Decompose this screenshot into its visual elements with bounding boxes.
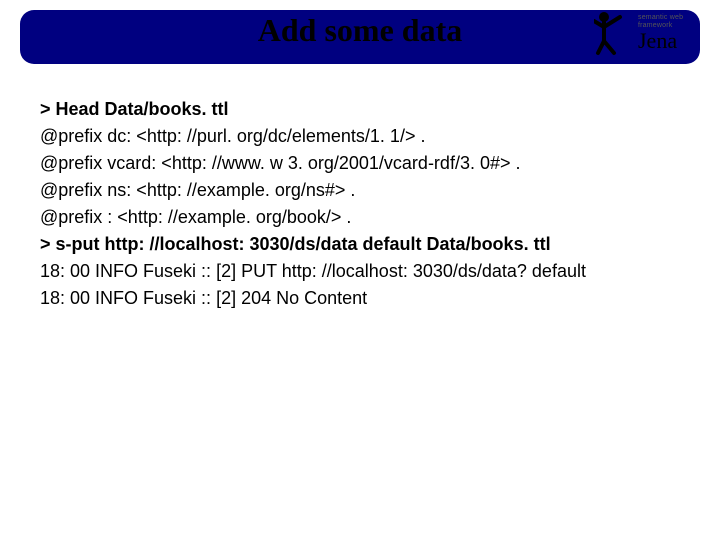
code-line: @prefix vcard: <http: //www. w 3. org/20…: [40, 150, 680, 177]
logo-text: semantic web framework Jena: [638, 14, 683, 52]
logo-tagline-1: semantic web: [638, 14, 683, 22]
code-line: @prefix ns: <http: //example. org/ns#> .: [40, 177, 680, 204]
code-line: > s-put http: //localhost: 3030/ds/data …: [40, 231, 680, 258]
jena-logo-icon: [594, 9, 636, 57]
slide: Add some data semantic web framework Jen…: [0, 0, 720, 540]
code-line: 18: 00 INFO Fuseki :: [2] 204 No Content: [40, 285, 680, 312]
code-block: > Head Data/books. ttl @prefix dc: <http…: [40, 96, 680, 312]
code-line: @prefix dc: <http: //purl. org/dc/elemen…: [40, 123, 680, 150]
code-line: > Head Data/books. ttl: [40, 96, 680, 123]
code-line: 18: 00 INFO Fuseki :: [2] PUT http: //lo…: [40, 258, 680, 285]
jena-logo: semantic web framework Jena: [594, 6, 704, 60]
code-line: @prefix : <http: //example. org/book/> .: [40, 204, 680, 231]
logo-name: Jena: [638, 30, 683, 52]
